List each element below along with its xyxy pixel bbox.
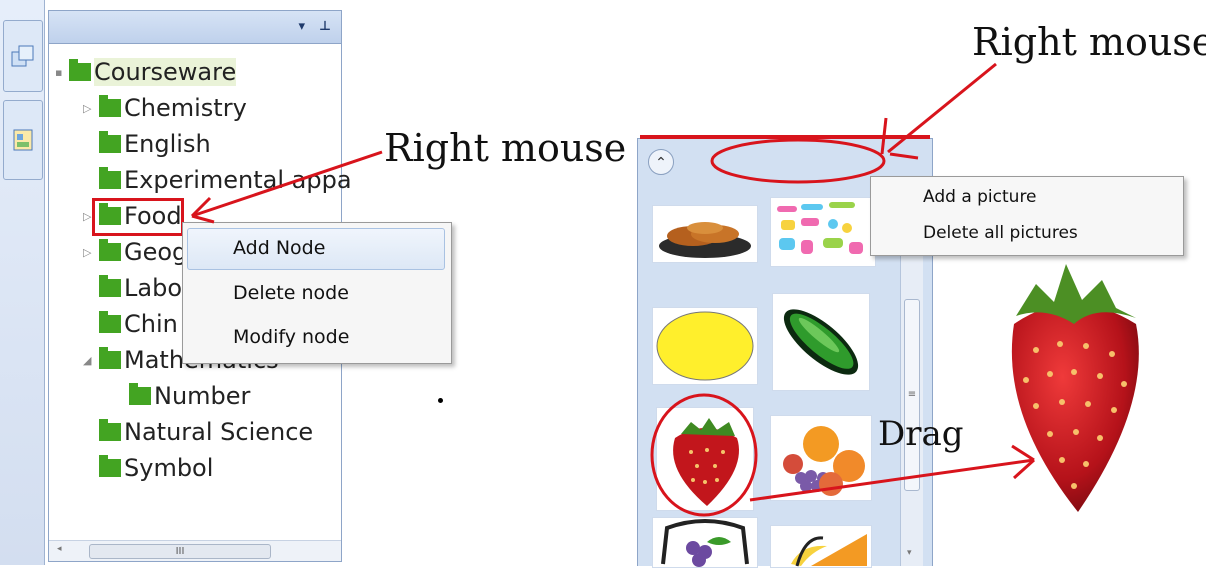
- header-tick: [880, 117, 888, 155]
- annotation-right-mouse-left: Right mouse: [384, 126, 627, 170]
- annotation-overlay: [190, 62, 1036, 517]
- arrow-to-header: [887, 62, 997, 154]
- annotation-right-mouse-top: Right mouse: [972, 20, 1206, 64]
- annotation-drag: Drag: [878, 414, 964, 454]
- strawberry-highlight-circle: [650, 393, 758, 517]
- header-tick-2: [889, 152, 919, 160]
- header-highlight-ellipse: [710, 138, 886, 184]
- arrow-to-food: [191, 150, 383, 218]
- drag-arrow: [749, 458, 1035, 502]
